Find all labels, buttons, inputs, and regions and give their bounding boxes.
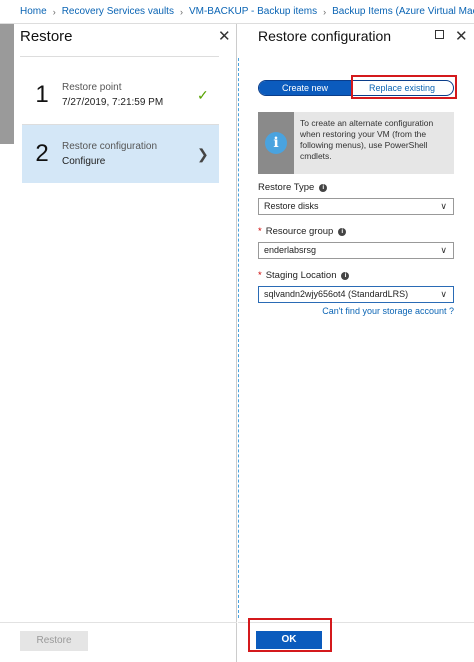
chevron-down-icon: ∨: [440, 201, 447, 211]
required-icon: *: [258, 226, 262, 237]
highlight-replace-existing: [351, 75, 457, 99]
checkmark-icon: ✓: [197, 86, 209, 103]
step-number: 2: [35, 140, 49, 167]
info-icon[interactable]: i: [319, 183, 328, 192]
breadcrumb-recovery-services-vaults[interactable]: Recovery Services vaults: [62, 6, 174, 17]
step-subtitle: Configure: [62, 156, 106, 167]
restore-configuration-blade: Restore configuration ✕ Create new Repla…: [238, 24, 474, 662]
create-new-option[interactable]: Create new: [259, 81, 351, 95]
resource-group-dropdown[interactable]: enderlabsrsg ∨: [258, 242, 454, 259]
highlight-ok-button: [248, 618, 332, 652]
info-icon[interactable]: i: [341, 271, 350, 280]
chevron-right-icon: ›: [323, 6, 327, 17]
restore-button[interactable]: Restore: [20, 631, 88, 651]
breadcrumb-vm-backup[interactable]: VM-BACKUP - Backup items: [189, 6, 317, 17]
restore-type-label: Restore Type i: [258, 182, 328, 193]
resource-group-label: * Resource group i: [258, 226, 347, 237]
step-restore-point[interactable]: 1 Restore point 7/27/2019, 7:21:59 PM ✓: [22, 66, 219, 124]
info-icon[interactable]: i: [338, 227, 347, 236]
close-icon[interactable]: ✕: [218, 29, 231, 44]
step-subtitle: 7/27/2019, 7:21:59 PM: [62, 97, 164, 108]
chevron-right-icon: ›: [179, 6, 183, 17]
step-title: Restore point: [62, 82, 122, 93]
staging-location-label: * Staging Location i: [258, 270, 350, 281]
chevron-down-icon: ∨: [440, 245, 447, 255]
required-icon: *: [258, 270, 262, 281]
divider: [20, 56, 219, 57]
staging-location-dropdown[interactable]: sqlvandn2wjy656ot4 (StandardLRS) ∨: [258, 286, 454, 303]
step-title: Restore configuration: [62, 141, 158, 152]
close-icon[interactable]: ✕: [455, 29, 468, 44]
info-banner: i To create an alternate configuration w…: [258, 112, 454, 174]
chevron-right-icon: ›: [52, 6, 56, 17]
chevron-down-icon: ∨: [440, 289, 447, 299]
step-number: 1: [35, 81, 49, 108]
background-panel-edge: [0, 24, 14, 144]
breadcrumb-home[interactable]: Home: [20, 6, 47, 17]
step-restore-configuration[interactable]: 2 Restore configuration Configure ❯: [22, 125, 219, 183]
chevron-right-icon: ❯: [197, 145, 209, 162]
cant-find-storage-link[interactable]: Can't find your storage account ?: [322, 306, 454, 316]
breadcrumb-backup-items[interactable]: Backup Items (Azure Virtual Machine: [332, 6, 474, 17]
info-text: To create an alternate configuration whe…: [300, 118, 434, 161]
restore-type-dropdown[interactable]: Restore disks ∨: [258, 198, 454, 215]
restore-blade-footer: Restore: [0, 622, 237, 662]
focus-border: [238, 58, 239, 618]
maximize-icon[interactable]: [435, 30, 444, 39]
restore-blade: Restore ✕ 1 Restore point 7/27/2019, 7:2…: [0, 24, 237, 662]
restore-configuration-title: Restore configuration: [258, 28, 392, 44]
info-icon: i: [265, 132, 287, 154]
breadcrumb: Home › Recovery Services vaults › VM-BAC…: [0, 0, 474, 24]
restore-blade-title: Restore: [20, 28, 73, 45]
